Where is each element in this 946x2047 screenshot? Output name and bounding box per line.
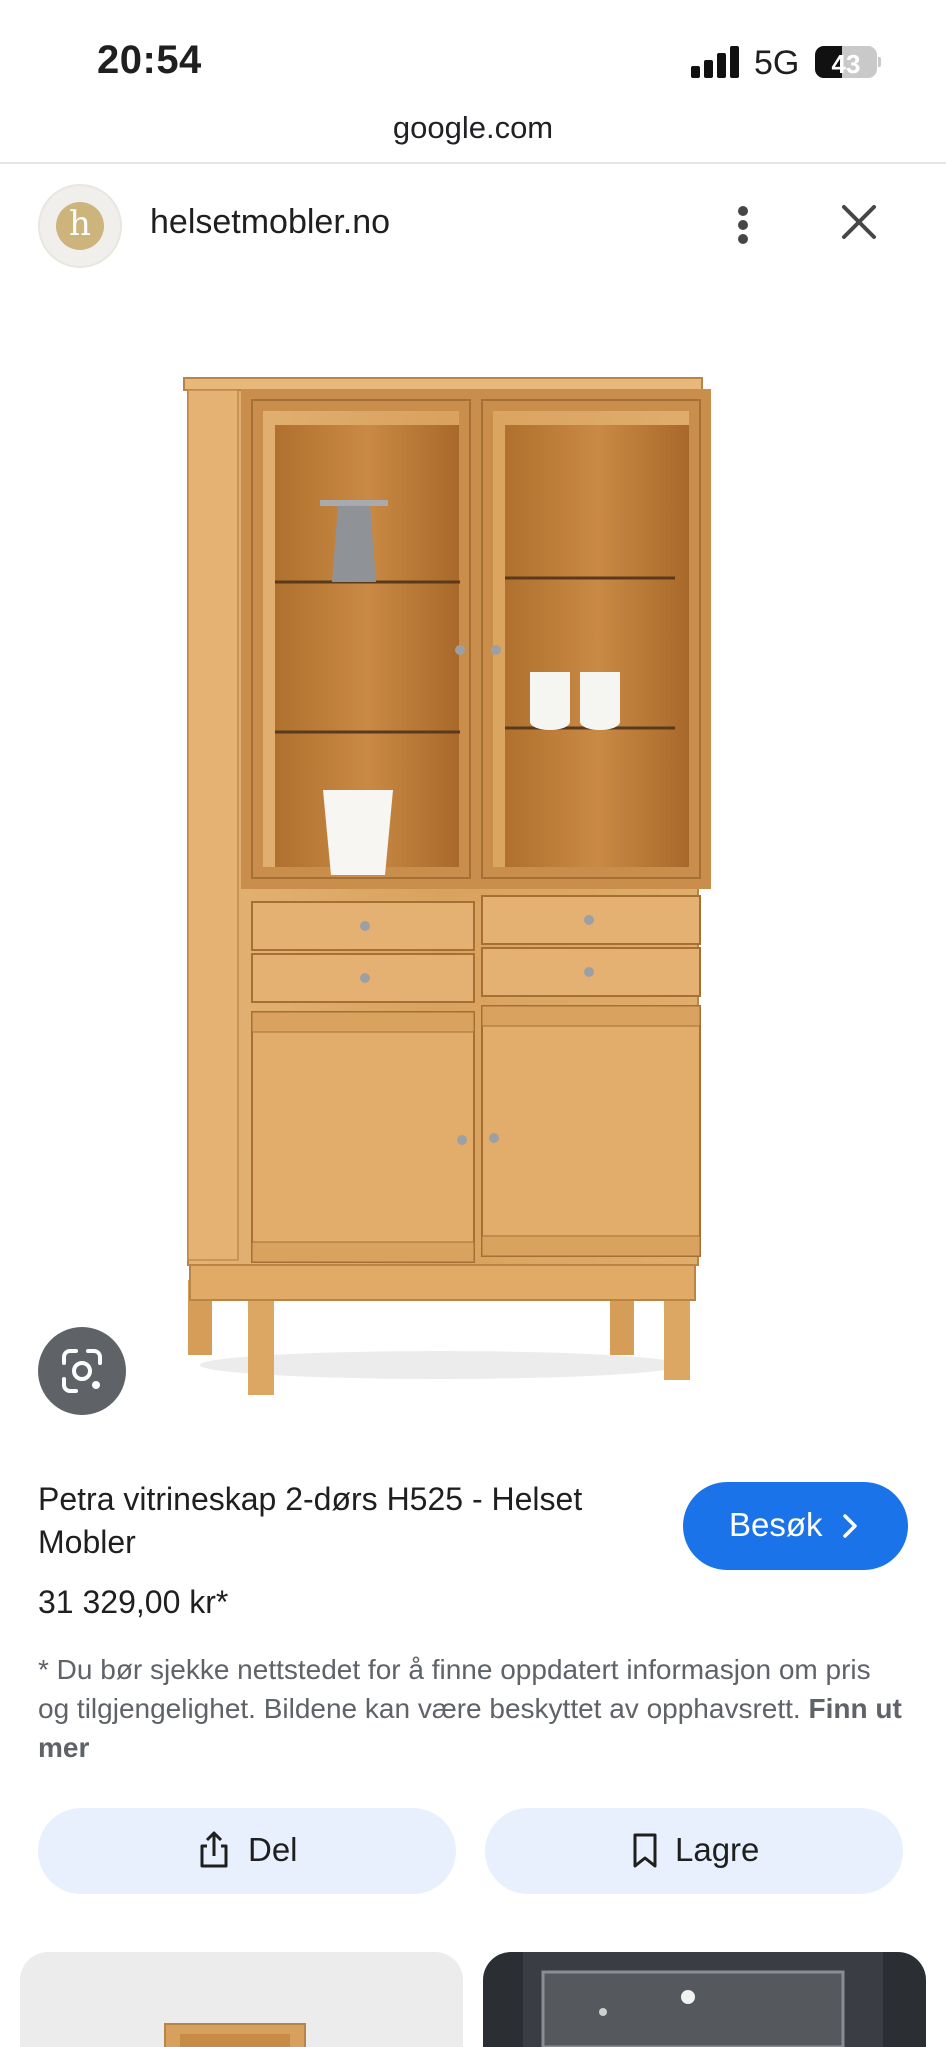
save-button[interactable]: Lagre	[485, 1808, 903, 1894]
battery-level: 43	[831, 49, 861, 79]
close-icon[interactable]	[836, 199, 882, 245]
url-bar[interactable]: google.com	[0, 110, 946, 146]
product-image[interactable]	[140, 330, 740, 1410]
status-time: 20:54	[97, 38, 202, 82]
site-name[interactable]: helsetmobler.no	[150, 203, 390, 242]
favicon-letter: h	[56, 202, 104, 250]
disclaimer: * Du bør sjekke nettstedet for å finne o…	[38, 1650, 908, 1767]
chevron-right-icon	[843, 1514, 857, 1538]
product-title[interactable]: Petra vitrineskap 2-dørs H525 - Helset M…	[38, 1478, 598, 1564]
related-image-thumbnail[interactable]	[20, 1952, 463, 2047]
visit-button[interactable]: Besøk	[683, 1482, 908, 1570]
visit-label: Besøk	[729, 1506, 823, 1543]
battery-icon: 43	[815, 46, 881, 79]
page: 20:54 5G 43 google.com h helsetmobler.no	[0, 0, 946, 2047]
more-vert-icon[interactable]	[728, 200, 758, 250]
network-label: 5G	[754, 44, 800, 82]
disclaimer-text: * Du bør sjekke nettstedet for å finne o…	[38, 1654, 871, 1724]
divider	[0, 162, 946, 164]
site-favicon[interactable]: h	[38, 184, 122, 268]
lens-icon[interactable]	[38, 1327, 126, 1415]
share-button[interactable]: Del	[38, 1808, 456, 1894]
product-price: 31 329,00 kr*	[38, 1584, 229, 1620]
bookmark-icon	[633, 1833, 657, 1868]
share-icon	[200, 1831, 228, 1868]
related-image-thumbnail[interactable]	[483, 1952, 926, 2047]
save-label: Lagre	[675, 1831, 760, 1868]
share-label: Del	[248, 1831, 298, 1868]
status-bar: 20:54 5G 43	[0, 0, 946, 110]
signal-icon	[691, 46, 741, 78]
